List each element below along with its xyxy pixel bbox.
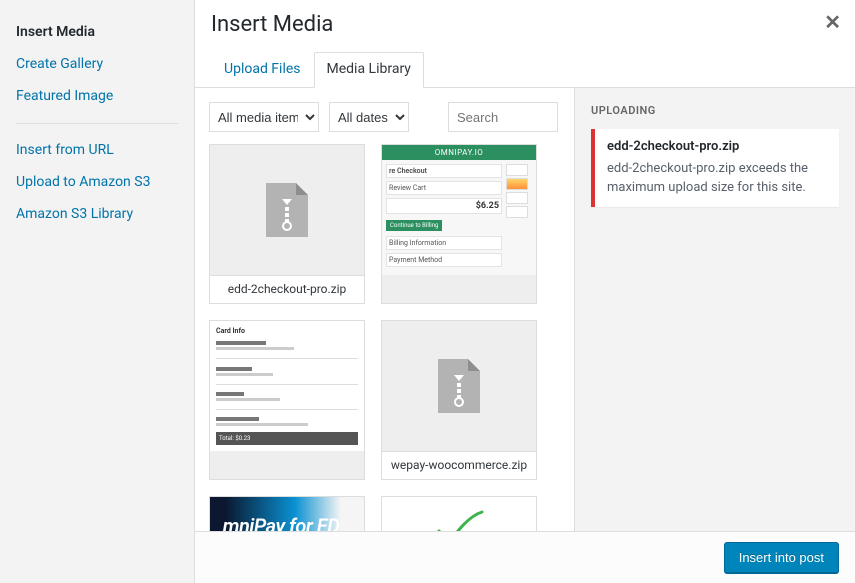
search-input[interactable]	[448, 102, 558, 132]
media-tabs: Upload Files Media Library	[195, 38, 855, 88]
attachment-thumb	[382, 321, 536, 451]
insert-media-modal: Insert Media Create Gallery Featured Ima…	[0, 0, 855, 583]
attachment-thumb	[382, 497, 536, 531]
attachment-filename: edd-2checkout-pro.zip	[210, 275, 364, 303]
attachment-item[interactable]: wepay-woocommerce.zip	[381, 320, 537, 480]
upload-filename: edd-2checkout-pro.zip	[607, 139, 827, 154]
modal-body: Insert Media Create Gallery Featured Ima…	[0, 0, 855, 583]
media-toolbar: All media items All dates	[209, 102, 558, 132]
sidebar-separator	[16, 123, 178, 124]
attachment-item[interactable]: OMNIPAY.IO re Checkout Review Cart $6.25…	[381, 144, 537, 304]
attachment-item[interactable]	[381, 496, 537, 531]
filter-type-select[interactable]: All media items	[209, 102, 319, 132]
mock-banner-text: OMNIPAY.IO	[382, 145, 536, 160]
upload-error-message: edd-2checkout-pro.zip exceeds the maximu…	[607, 160, 827, 196]
attachment-item[interactable]: edd-2checkout-pro.zip	[209, 144, 365, 304]
zip-file-icon	[266, 183, 308, 237]
attachments-grid: edd-2checkout-pro.zip OMNIPAY.IO	[209, 144, 570, 531]
attachment-item[interactable]: Card Info Total: $0.23	[209, 320, 365, 480]
uploading-heading: UPLOADING	[591, 104, 839, 117]
upload-error-notice: edd-2checkout-pro.zip edd-2checkout-pro.…	[591, 129, 839, 206]
attachment-item[interactable]: mniPay for ED	[209, 496, 365, 531]
page-title: Insert Media	[211, 12, 839, 38]
sidebar-item-amazon-s3-library[interactable]: Amazon S3 Library	[0, 198, 194, 230]
sidebar-item-featured-image[interactable]: Featured Image	[0, 80, 194, 112]
zip-file-icon	[438, 359, 480, 413]
sidebar-item-create-gallery[interactable]: Create Gallery	[0, 48, 194, 80]
filter-date-select[interactable]: All dates	[329, 102, 409, 132]
attachment-filename: wepay-woocommerce.zip	[382, 451, 536, 479]
content-header: Insert Media	[195, 0, 855, 38]
attachments-grid-scroll[interactable]: edd-2checkout-pro.zip OMNIPAY.IO	[209, 144, 572, 531]
sidebar-item-insert-from-url[interactable]: Insert from URL	[0, 134, 194, 166]
media-frame-content: ✕ Insert Media Upload Files Media Librar…	[195, 0, 855, 583]
sidebar-item-upload-amazon-s3[interactable]: Upload to Amazon S3	[0, 166, 194, 198]
content-body: All media items All dates	[195, 88, 855, 531]
checkmark-icon	[434, 506, 484, 531]
insert-into-post-button[interactable]: Insert into post	[724, 542, 839, 573]
attachment-thumb: mniPay for ED	[210, 497, 364, 531]
close-icon[interactable]: ✕	[824, 10, 841, 34]
tab-media-library[interactable]: Media Library	[314, 52, 424, 88]
media-frame-menu: Insert Media Create Gallery Featured Ima…	[0, 0, 195, 583]
attachments-browser: All media items All dates	[195, 88, 575, 531]
modal-footer: Insert into post	[195, 531, 855, 583]
tab-upload-files[interactable]: Upload Files	[211, 52, 314, 88]
attachment-thumb	[210, 145, 364, 275]
attachment-thumb: Card Info Total: $0.23	[210, 321, 364, 451]
attachment-details-panel: UPLOADING edd-2checkout-pro.zip edd-2che…	[575, 88, 855, 531]
attachment-thumb: OMNIPAY.IO re Checkout Review Cart $6.25…	[382, 145, 536, 275]
sidebar-item-insert-media[interactable]: Insert Media	[0, 16, 194, 48]
